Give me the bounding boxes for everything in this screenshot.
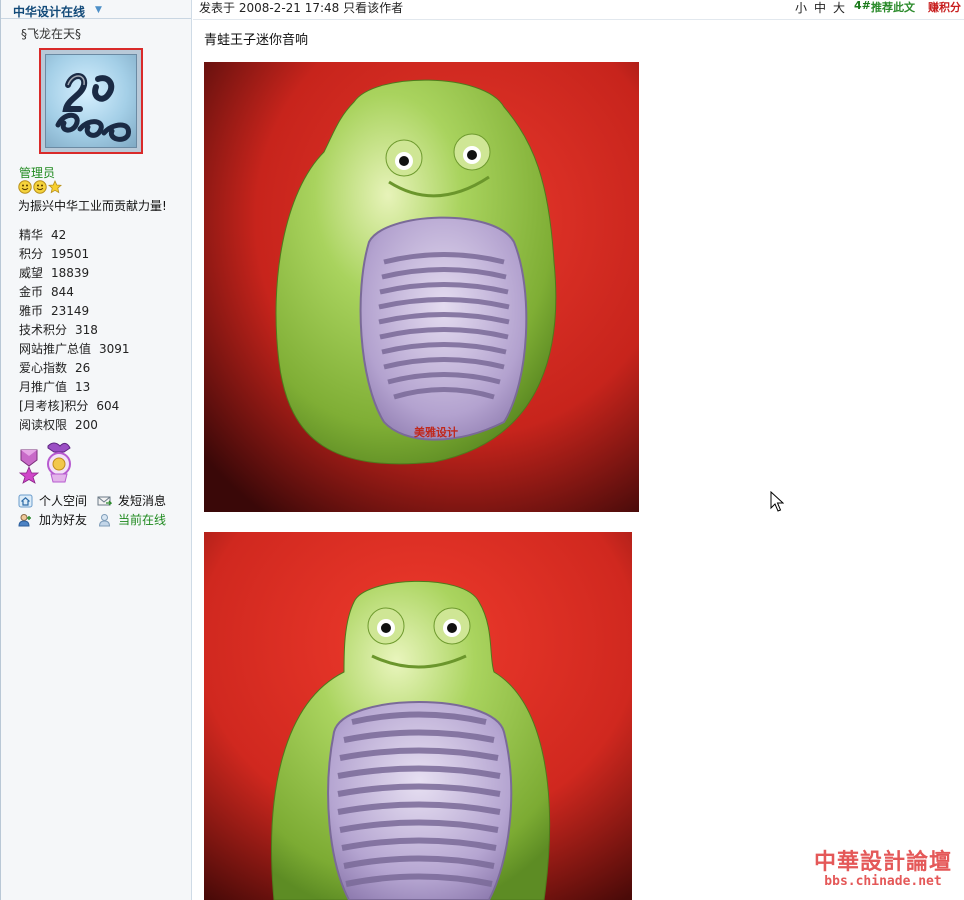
- smiley-icon: [18, 180, 32, 194]
- stat-label: 金币: [19, 285, 44, 299]
- stat-row: 积分 19501: [19, 245, 130, 264]
- stat-label: 威望: [19, 266, 44, 280]
- user-online-icon: [98, 513, 111, 526]
- stat-row: 威望 18839: [19, 264, 130, 283]
- stat-value: 18839: [51, 266, 90, 280]
- add-friend-icon: [18, 513, 31, 526]
- stat-row: [月考核]积分 604: [19, 397, 130, 416]
- forum-header: 中华设计在线 ▼: [1, 0, 191, 19]
- stat-row: 金币 844: [19, 283, 130, 302]
- stat-label: 精华: [19, 228, 44, 242]
- user-stats: 精华 42 积分 19501 威望 18839 金币 844 雅币 23149 技术积分 3…: [19, 226, 130, 435]
- trophy-medal-icon: [47, 442, 71, 483]
- send-message-label: 发短消息: [118, 494, 167, 508]
- personal-space-link[interactable]: 个人空间: [18, 492, 87, 510]
- stat-label: 月推广值: [19, 380, 68, 394]
- post-header: 发表于 2008-2-21 17:48 只看该作者 小 中 大 4# 推荐此文 …: [193, 0, 964, 20]
- avatar[interactable]: [39, 48, 143, 154]
- forum-watermark: 中華設計論壇 bbs.chinade.net: [806, 842, 960, 894]
- add-friend-label: 加为好友: [39, 513, 88, 527]
- product-photo[interactable]: [204, 532, 632, 900]
- floor-number[interactable]: 4#: [854, 0, 871, 12]
- post-timestamp[interactable]: 发表于 2008-2-21 17:48 只看该作者: [199, 0, 403, 16]
- product-photo[interactable]: 美雅设计: [204, 62, 639, 512]
- personal-space-label: 个人空间: [39, 494, 88, 508]
- stat-value: 604: [96, 399, 120, 413]
- font-size-small-link[interactable]: 小: [795, 0, 807, 16]
- stat-value: 3091: [99, 342, 130, 356]
- avatar-calligraphy: [55, 73, 131, 142]
- photo-caption: 美雅设计: [414, 425, 458, 439]
- post-title: 青蛙王子迷你音响: [204, 33, 309, 48]
- medals: [18, 440, 78, 486]
- stat-value: 23149: [51, 304, 90, 318]
- stat-value: 13: [75, 380, 91, 394]
- stat-row: 网站推广总值 3091: [19, 340, 130, 359]
- mouse-cursor-icon: [770, 491, 784, 512]
- watermark-url: bbs.chinade.net: [824, 874, 942, 889]
- author-sidebar: 中华设计在线 ▼ §飞龙在天§ 管理员 为振兴中华工业而贡献力量! 精华 42 积…: [0, 0, 192, 900]
- stat-label: [月考核]积分: [19, 399, 89, 413]
- rank-stars: [18, 180, 63, 194]
- stat-value: 200: [75, 418, 98, 432]
- stat-row: 雅币 23149: [19, 302, 130, 321]
- medal-icon: [18, 449, 40, 484]
- online-status-label: 当前在线: [118, 513, 167, 527]
- watermark-title: 中華設計論壇: [813, 849, 952, 875]
- stat-label: 技术积分: [19, 323, 68, 337]
- recommend-link[interactable]: 推荐此文: [871, 0, 915, 15]
- font-size-large-link[interactable]: 大: [833, 0, 845, 16]
- online-status: 当前在线: [97, 511, 166, 529]
- star-icon: [48, 180, 62, 194]
- user-signature: 为振兴中华工业而贡献力量!: [18, 199, 167, 213]
- stat-value: 844: [51, 285, 74, 299]
- stat-row: 精华 42: [19, 226, 130, 245]
- smiley-icon: [33, 180, 47, 194]
- message-icon: [97, 496, 112, 505]
- user-role: 管理员: [19, 166, 56, 180]
- stat-label: 雅币: [19, 304, 44, 318]
- stat-row: 阅读权限 200: [19, 416, 130, 435]
- stat-value: 42: [51, 228, 67, 242]
- forum-name-link[interactable]: 中华设计在线: [13, 3, 85, 20]
- home-icon: [18, 494, 33, 507]
- stat-label: 阅读权限: [19, 418, 68, 432]
- author-username[interactable]: §飞龙在天§: [21, 25, 81, 42]
- stat-row: 月推广值 13: [19, 378, 130, 397]
- stat-value: 26: [75, 361, 91, 375]
- stat-value: 318: [75, 323, 98, 337]
- stat-label: 网站推广总值: [19, 342, 92, 356]
- earn-points-link[interactable]: 赚积分: [928, 0, 961, 15]
- chevron-down-icon[interactable]: ▼: [95, 5, 102, 15]
- stat-row: 技术积分 318: [19, 321, 130, 340]
- stat-label: 积分: [19, 247, 44, 261]
- font-size-medium-link[interactable]: 中: [814, 0, 826, 16]
- send-message-link[interactable]: 发短消息: [97, 492, 166, 510]
- add-friend-link[interactable]: 加为好友: [18, 511, 87, 529]
- stat-row: 爱心指数 26: [19, 359, 130, 378]
- stat-label: 爱心指数: [19, 361, 68, 375]
- stat-value: 19501: [51, 247, 90, 261]
